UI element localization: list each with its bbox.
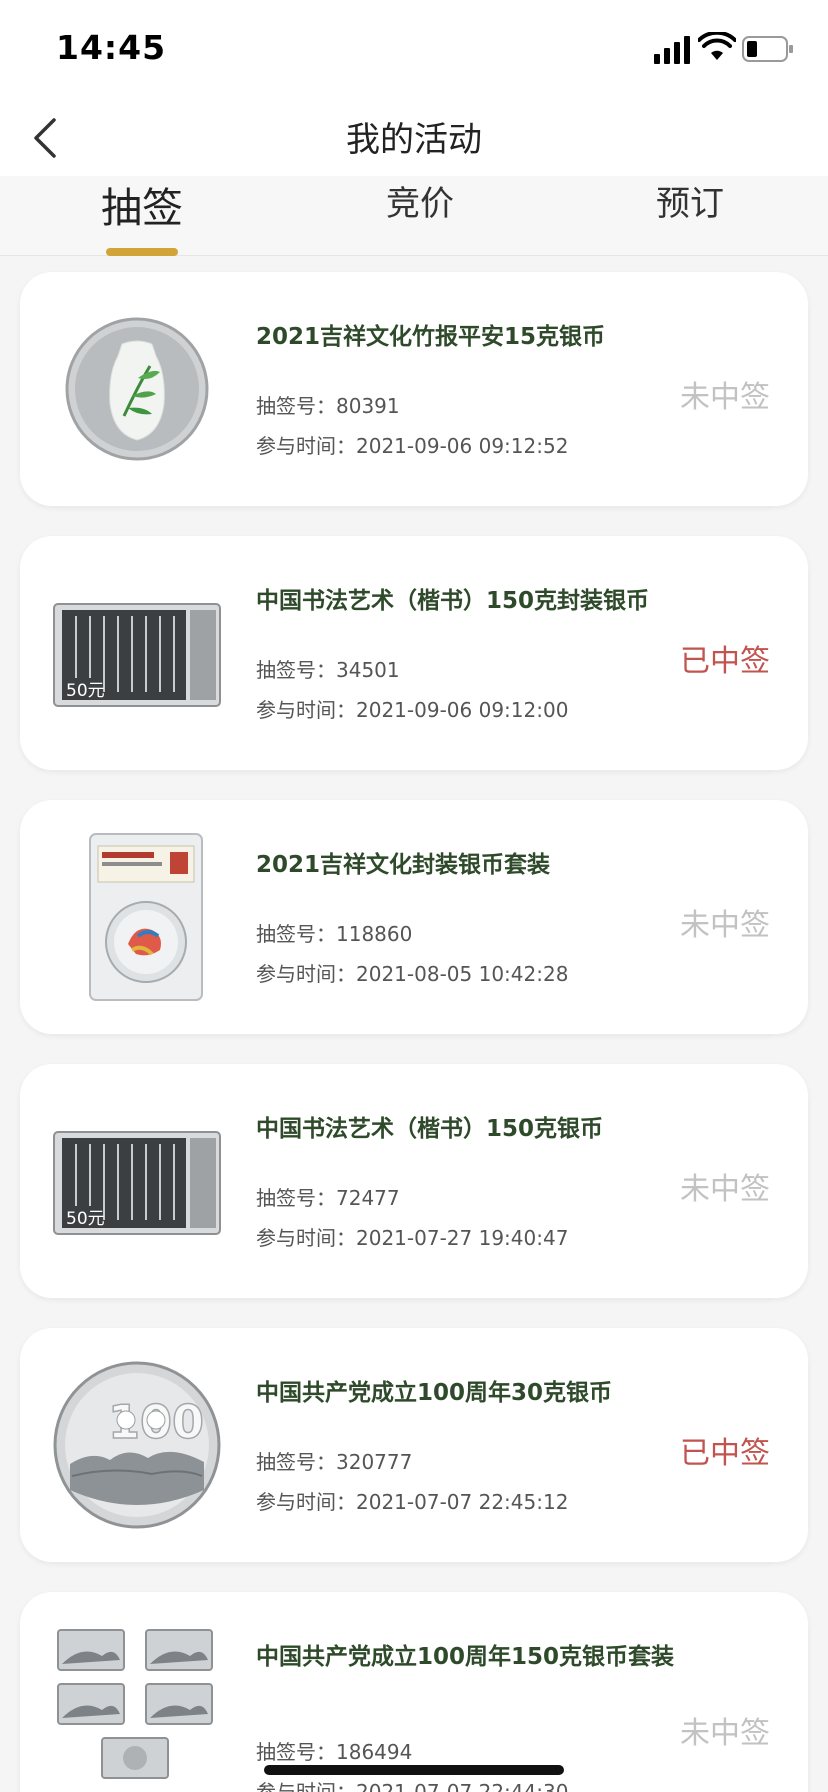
- draw-number: 抽签号：118860: [256, 918, 412, 947]
- draw-entry-card[interactable]: 2021吉祥文化封装银币套装 抽签号：118860 参与时间：2021-08-0…: [20, 800, 808, 1034]
- item-title: 2021吉祥文化竹报平安15克银币: [256, 324, 606, 350]
- draw-number-label: 抽签号：: [256, 1186, 336, 1210]
- time-label: 参与时间：: [256, 962, 356, 986]
- draw-number: 抽签号：320777: [256, 1446, 412, 1475]
- draw-entry-card[interactable]: 50元 中国书法艺术（楷书）150克封装银币 抽签号：34501 参与时间：20…: [20, 536, 808, 770]
- draw-status: 未中签: [680, 1716, 770, 1751]
- time-value: 2021-07-27 19:40:47: [356, 1226, 569, 1250]
- time-value: 2021-08-05 10:42:28: [356, 962, 569, 986]
- draw-status: 未中签: [680, 908, 770, 943]
- draw-number-value: 320777: [336, 1450, 413, 1474]
- vase-coin-image: [65, 317, 209, 461]
- draw-number-value: 118860: [336, 922, 413, 946]
- draw-number-label: 抽签号：: [256, 1450, 336, 1474]
- status-bar: 14:45: [0, 0, 828, 100]
- time-value: 2021-09-06 09:12:00: [356, 698, 569, 722]
- draw-status: 已中签: [680, 1436, 770, 1471]
- draw-entry-card[interactable]: 中国共产党成立100周年150克银币套装 抽签号：186494 参与时间：202…: [20, 1592, 808, 1792]
- tab-label: 竞价: [386, 184, 454, 224]
- participation-time: 参与时间：2021-07-07 22:44:30: [256, 1776, 568, 1792]
- status-time: 14:45: [56, 28, 167, 67]
- calligraphy-bar-image: 50元: [53, 603, 221, 707]
- draw-status: 未中签: [680, 1172, 770, 1207]
- time-label: 参与时间：: [256, 1226, 356, 1250]
- draw-entry-card[interactable]: 100 中国共产党成立100周年30克银币 抽签号：320777 参与时间：20…: [20, 1328, 808, 1562]
- phone-screen: 14:45 我的活动 抽签 竞价 预订 2021吉祥文化竹报平安15克银币 抽签…: [0, 0, 828, 1792]
- draw-number-value: 34501: [336, 658, 400, 682]
- battery-icon: [742, 36, 793, 62]
- tab-bid[interactable]: 竞价: [370, 176, 470, 256]
- time-label: 参与时间：: [256, 698, 356, 722]
- item-title: 中国书法艺术（楷书）150克封装银币: [256, 588, 650, 614]
- svg-text:50元: 50元: [66, 681, 105, 701]
- item-title: 中国共产党成立100周年30克银币: [256, 1380, 613, 1406]
- draw-status: 已中签: [680, 644, 770, 679]
- draw-number-value: 80391: [336, 394, 400, 418]
- tab-draw[interactable]: 抽签: [92, 176, 192, 256]
- cellular-signal-icon: [654, 36, 690, 64]
- participation-time: 参与时间：2021-07-27 19:40:47: [256, 1222, 568, 1251]
- item-title: 2021吉祥文化封装银币套装: [256, 852, 551, 878]
- item-title: 中国书法艺术（楷书）150克银币: [256, 1116, 604, 1142]
- slab-coin-image: [89, 833, 203, 1001]
- participation-time: 参与时间：2021-09-06 09:12:52: [256, 430, 568, 459]
- home-indicator[interactable]: [264, 1765, 564, 1775]
- draw-number: 抽签号：186494: [256, 1736, 412, 1765]
- time-label: 参与时间：: [256, 434, 356, 458]
- draw-number-label: 抽签号：: [256, 394, 336, 418]
- active-tab-indicator: [106, 248, 178, 256]
- draw-number: 抽签号：72477: [256, 1182, 400, 1211]
- time-value: 2021-07-07 22:44:30: [356, 1780, 569, 1792]
- page-title: 我的活动: [346, 120, 482, 160]
- item-title: 中国共产党成立100周年150克银币套装: [256, 1644, 675, 1670]
- participation-time: 参与时间：2021-08-05 10:42:28: [256, 958, 568, 987]
- draw-entry-card[interactable]: 50元 中国书法艺术（楷书）150克银币 抽签号：72477 参与时间：2021…: [20, 1064, 808, 1298]
- draw-status: 未中签: [680, 380, 770, 415]
- draw-number-label: 抽签号：: [256, 1740, 336, 1764]
- time-label: 参与时间：: [256, 1780, 356, 1792]
- navigation-bar: 我的活动: [0, 100, 828, 176]
- activity-tabs: 抽签 竞价 预订: [0, 176, 828, 256]
- wifi-icon: [698, 32, 736, 60]
- centenary-coin-image: 100: [53, 1361, 221, 1529]
- draw-number-value: 186494: [336, 1740, 413, 1764]
- draw-number: 抽签号：80391: [256, 390, 400, 419]
- svg-text:50元: 50元: [66, 1209, 105, 1229]
- bar-set-image: [57, 1629, 213, 1779]
- draw-number-label: 抽签号：: [256, 922, 336, 946]
- tab-label: 抽签: [101, 184, 183, 232]
- draw-number-value: 72477: [336, 1186, 400, 1210]
- participation-time: 参与时间：2021-09-06 09:12:00: [256, 694, 568, 723]
- draw-entry-card[interactable]: 2021吉祥文化竹报平安15克银币 抽签号：80391 参与时间：2021-09…: [20, 272, 808, 506]
- time-value: 2021-09-06 09:12:52: [356, 434, 569, 458]
- tab-label: 预订: [656, 184, 724, 224]
- time-value: 2021-07-07 22:45:12: [356, 1490, 569, 1514]
- participation-time: 参与时间：2021-07-07 22:45:12: [256, 1486, 568, 1515]
- draw-number-label: 抽签号：: [256, 658, 336, 682]
- draw-number: 抽签号：34501: [256, 654, 400, 683]
- tab-order[interactable]: 预订: [640, 176, 740, 256]
- time-label: 参与时间：: [256, 1490, 356, 1514]
- calligraphy-bar-image: 50元: [53, 1131, 221, 1235]
